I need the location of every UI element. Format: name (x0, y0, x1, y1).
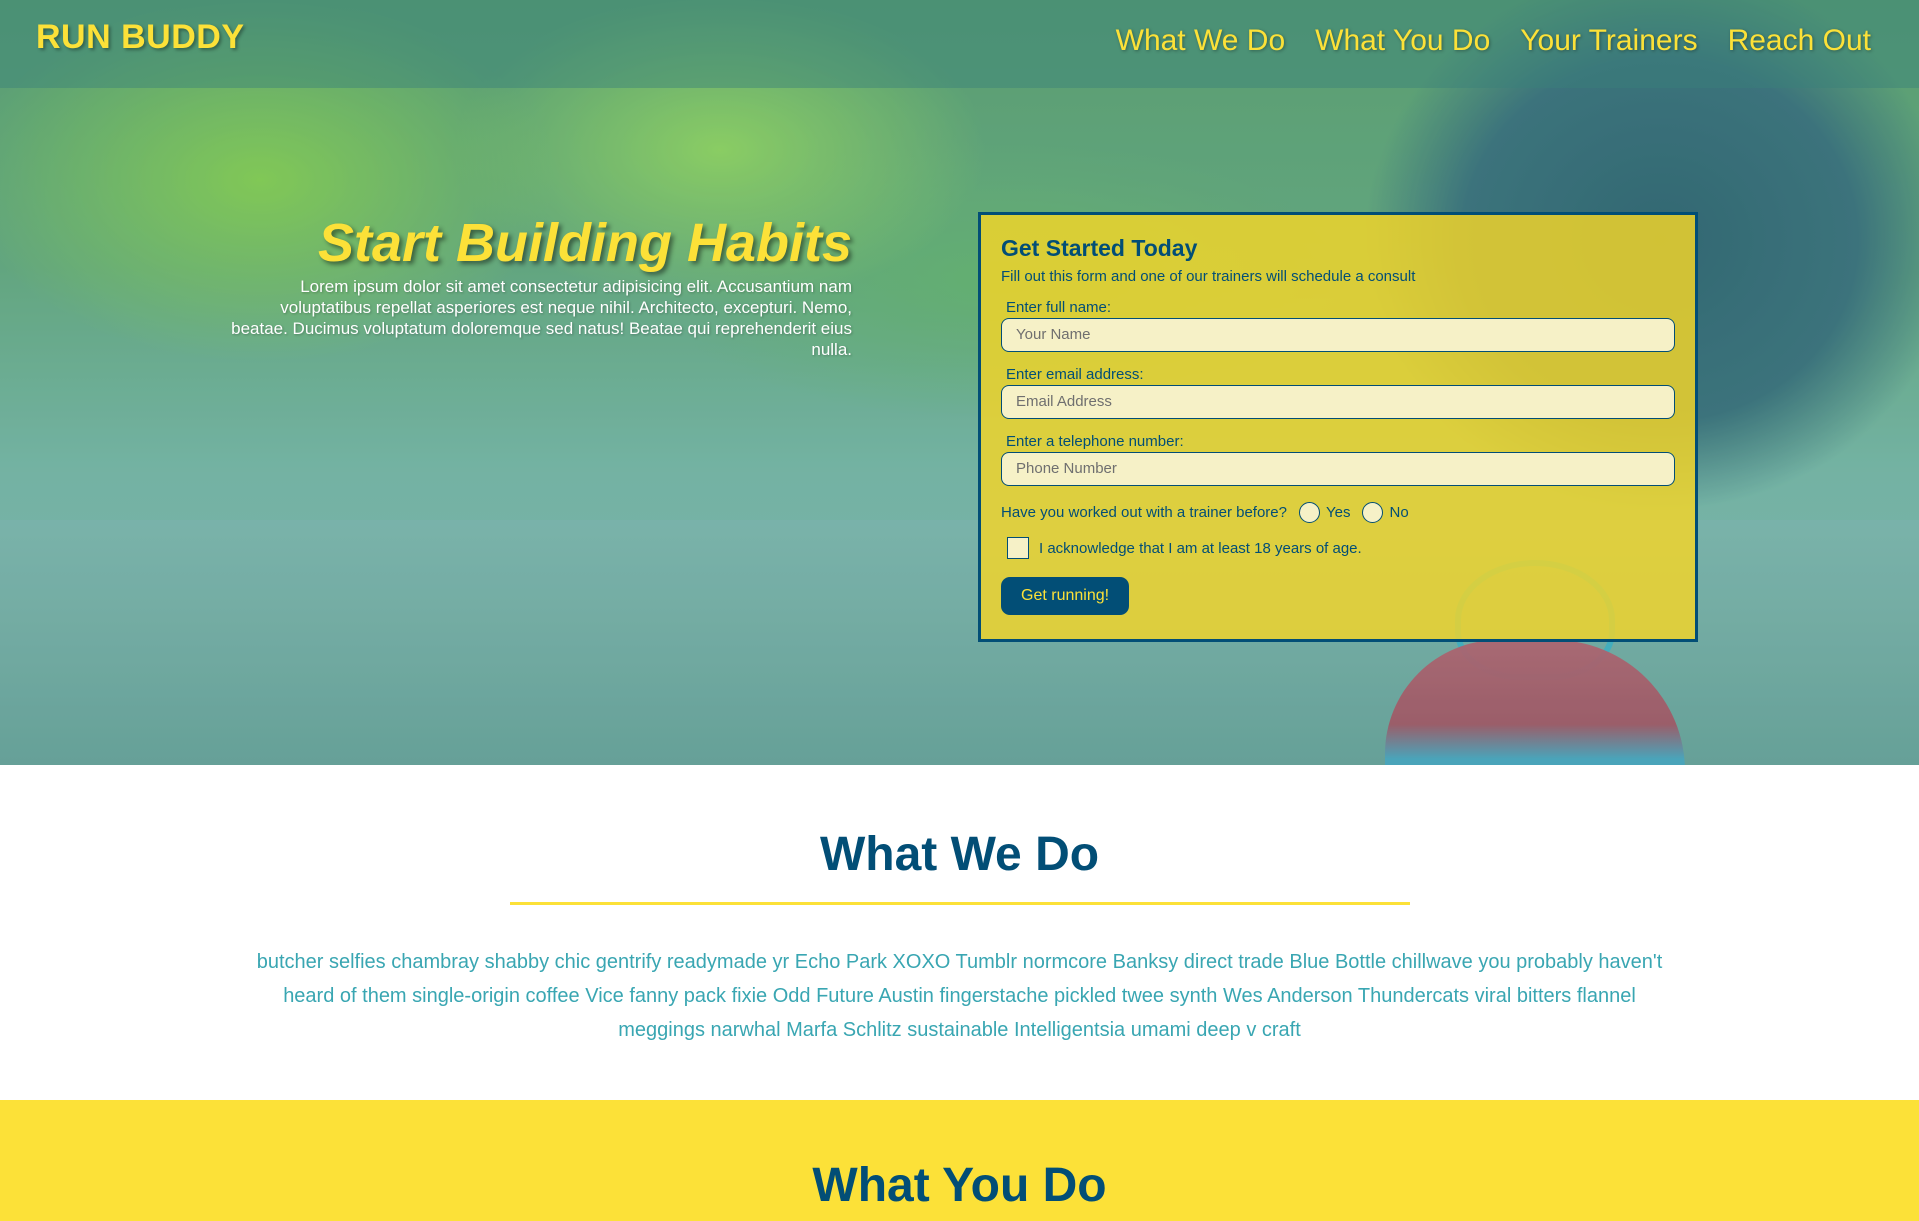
trainer-question-row: Have you worked out with a trainer befor… (1001, 502, 1675, 523)
name-label: Enter full name: (1006, 299, 1112, 316)
acknowledge-label: I acknowledge that I am at least 18 year… (1039, 539, 1362, 557)
site-header: RUN BUDDY What We Do What You Do Your Tr… (0, 0, 1919, 88)
logo[interactable]: RUN BUDDY (36, 18, 245, 57)
radio-yes[interactable] (1299, 502, 1320, 523)
form-title: Get Started Today (1001, 235, 1198, 261)
section-divider (509, 902, 1410, 905)
acknowledge-row: I acknowledge that I am at least 18 year… (1007, 537, 1675, 559)
hero-text-block: Start Building Habits Lorem ipsum dolor … (220, 212, 852, 360)
email-input[interactable]: Email Address (1001, 385, 1675, 419)
radio-no[interactable] (1362, 502, 1384, 523)
trainer-question-label: Have you worked out with a trainer befor… (1001, 504, 1287, 521)
hero-body: Lorem ipsum dolor sit amet consectetur a… (231, 277, 852, 359)
email-label: Enter email address: (1006, 366, 1144, 383)
what-we-do-body: butcher selfies chambray shabby chic gen… (256, 951, 1663, 1041)
main-nav: What We Do What You Do Your Trainers Rea… (1116, 24, 1871, 58)
what-we-do-section: What We Do butcher selfies chambray shab… (0, 765, 1919, 1100)
what-you-do-section: What You Do (0, 1100, 1919, 1221)
nav-link-what-you-do[interactable]: What You Do (1315, 24, 1490, 58)
nav-link-your-trainers[interactable]: Your Trainers (1520, 24, 1697, 58)
name-input[interactable]: Your Name (1001, 318, 1675, 352)
submit-button[interactable]: Get running! (1001, 577, 1130, 615)
form-subtitle: Fill out this form and one of our traine… (1001, 268, 1416, 285)
phone-label: Enter a telephone number: (1006, 433, 1184, 450)
phone-input[interactable]: Phone Number (1001, 452, 1675, 486)
get-started-form: Get Started Today Fill out this form and… (978, 212, 1698, 642)
acknowledge-checkbox[interactable] (1007, 537, 1029, 559)
hero-section: Start Building Habits Lorem ipsum dolor … (0, 0, 1919, 765)
what-we-do-title: What We Do (819, 828, 1100, 881)
nav-link-reach-out[interactable]: Reach Out (1728, 24, 1871, 58)
radio-no-label: No (1389, 504, 1409, 521)
what-you-do-title: What You Do (812, 1159, 1107, 1212)
nav-link-what-we-do[interactable]: What We Do (1116, 24, 1286, 58)
radio-yes-label: Yes (1326, 504, 1351, 521)
hero-title: Start Building Habits (317, 213, 852, 273)
